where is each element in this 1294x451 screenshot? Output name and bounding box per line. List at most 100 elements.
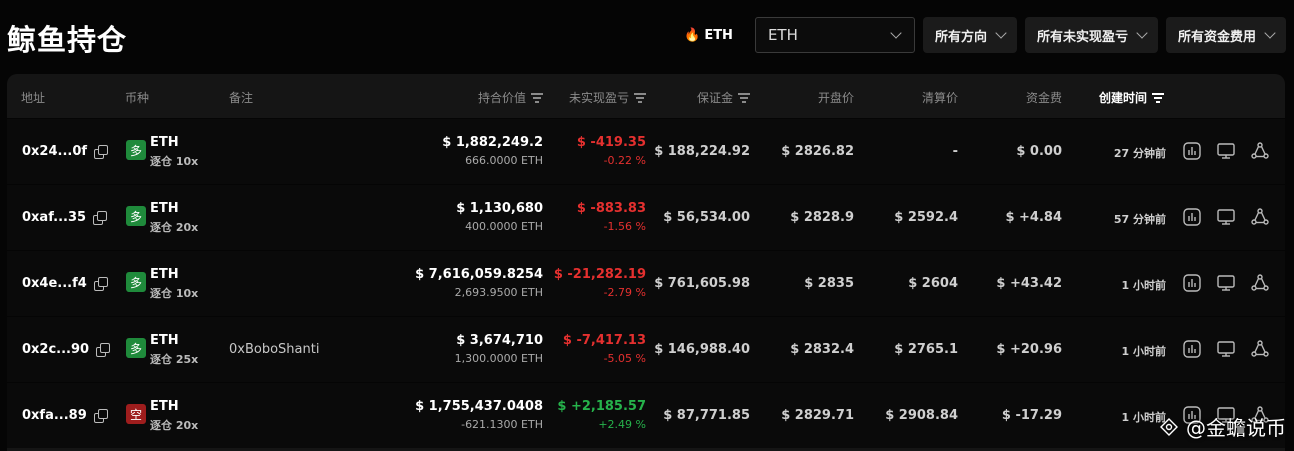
watermark: @金蟾说币: [1158, 412, 1286, 441]
unrealized-pnl: $ -7,417.13: [562, 333, 646, 348]
address-cell[interactable]: 0x4e...f4: [22, 276, 108, 291]
sort-icon: [1152, 93, 1165, 103]
margin-value: $ 56,534.00: [663, 210, 750, 225]
address-cell[interactable]: 0xaf...35: [22, 210, 108, 225]
header-time[interactable]: 创建时间: [1099, 89, 1165, 106]
created-time: 57 分钟前: [1113, 213, 1166, 226]
table-row[interactable]: 0x4e...f4 多 ETH 逐仓 10x $ 7,616,059.8254 …: [7, 250, 1285, 316]
position-value: $ 3,674,710: [456, 333, 543, 348]
margin-value: $ 761,605.98: [654, 276, 750, 291]
monitor-icon[interactable]: [1215, 140, 1237, 162]
margin-mode: 逐仓 10x: [150, 155, 199, 168]
coin-select[interactable]: ETH: [754, 17, 915, 53]
unrealized-pnl-pct: +2.49 %: [598, 418, 646, 431]
share-icon[interactable]: [1249, 272, 1271, 294]
positions-table: 地址 币种 备注 持合价值 未实现盈亏 保证金 开盘价 清算价 资金费 创建时间…: [7, 74, 1285, 451]
unrealized-pnl-pct: -2.79 %: [603, 286, 646, 299]
header-address: 地址: [21, 91, 46, 105]
copy-icon[interactable]: [96, 343, 111, 357]
address-text: 0xfa...89: [22, 408, 87, 423]
note-text: 0xBoboShanti: [229, 342, 320, 357]
stats-icon[interactable]: [1181, 272, 1203, 294]
row-actions: [1181, 338, 1271, 360]
stats-icon[interactable]: [1181, 338, 1203, 360]
coin-select-value: ETH: [767, 26, 798, 44]
position-value: $ 1,882,249.2: [442, 135, 543, 150]
header-pnl[interactable]: 未实现盈亏: [569, 89, 646, 106]
created-time: 27 分钟前: [1113, 147, 1166, 160]
side-badge: 多: [126, 338, 146, 358]
filter-bar: 🔥 ETH ETH 所有方向 所有未实现盈亏 所有资金费用: [684, 17, 1286, 53]
monitor-icon[interactable]: [1215, 206, 1237, 228]
row-actions: [1181, 140, 1271, 162]
table-header: 地址 币种 备注 持合价值 未实现盈亏 保证金 开盘价 清算价 资金费 创建时间: [7, 74, 1285, 118]
table-row[interactable]: 0x24...0f 多 ETH 逐仓 10x $ 1,882,249.2 666…: [7, 118, 1285, 184]
unrealized-pnl-pct: -0.22 %: [603, 154, 646, 167]
share-icon[interactable]: [1249, 338, 1271, 360]
stats-icon[interactable]: [1181, 140, 1203, 162]
monitor-icon[interactable]: [1215, 338, 1237, 360]
address-cell[interactable]: 0x24...0f: [22, 144, 109, 159]
pnl-dropdown[interactable]: 所有未实现盈亏: [1024, 17, 1158, 53]
margin-mode: 逐仓 20x: [150, 221, 199, 234]
stats-icon[interactable]: [1181, 206, 1203, 228]
position-value: $ 7,616,059.8254: [415, 267, 543, 282]
coin-name: ETH: [150, 135, 179, 150]
unrealized-pnl: $ -419.35: [576, 135, 646, 150]
funding-fee: $ +4.84: [1005, 210, 1062, 225]
header-value[interactable]: 持合价值: [478, 89, 543, 106]
side-badge: 多: [126, 272, 146, 292]
address-text: 0x24...0f: [22, 144, 88, 159]
funding-dropdown[interactable]: 所有资金费用: [1165, 17, 1286, 53]
copy-icon[interactable]: [93, 409, 108, 423]
position-qty: 400.0000 ETH: [465, 220, 543, 233]
copy-icon[interactable]: [93, 211, 108, 225]
unrealized-pnl: $ +2,185.57: [557, 399, 646, 414]
margin-mode: 逐仓 25x: [150, 353, 199, 366]
position-qty: -621.1300 ETH: [461, 418, 543, 431]
header-liq: 清算价: [921, 91, 958, 105]
margin-value: $ 87,771.85: [663, 408, 750, 423]
hot-coin-label: ETH: [704, 27, 733, 43]
coin-name: ETH: [150, 267, 179, 282]
table-row[interactable]: 0xaf...35 多 ETH 逐仓 20x $ 1,130,680 400.0…: [7, 184, 1285, 250]
coin-name: ETH: [150, 399, 179, 414]
table-row[interactable]: 0x2c...90 多 ETH 逐仓 25x 0xBoboShanti $ 3,…: [7, 316, 1285, 382]
row-actions: [1181, 272, 1271, 294]
page-title: 鲸鱼持仓: [7, 23, 128, 57]
coin-name: ETH: [150, 201, 179, 216]
open-price: $ 2835: [804, 276, 854, 291]
copy-icon[interactable]: [93, 277, 108, 291]
chevron-down-icon: [995, 27, 1007, 39]
watermark-text: @金蟾说币: [1186, 416, 1286, 440]
copy-icon[interactable]: [94, 145, 109, 159]
open-price: $ 2828.9: [790, 210, 854, 225]
unrealized-pnl: $ -883.83: [576, 201, 646, 216]
margin-mode: 逐仓 20x: [150, 419, 199, 432]
created-time: 1 小时前: [1121, 279, 1166, 292]
funding-fee: $ -17.29: [1001, 408, 1062, 423]
address-text: 0x4e...f4: [22, 276, 87, 291]
monitor-icon[interactable]: [1215, 272, 1237, 294]
unrealized-pnl-pct: -1.56 %: [603, 220, 646, 233]
direction-dropdown-label: 所有方向: [934, 29, 987, 45]
hot-coin-tag[interactable]: 🔥 ETH: [684, 28, 733, 43]
direction-dropdown[interactable]: 所有方向: [922, 17, 1017, 53]
margin-value: $ 146,988.40: [654, 342, 750, 357]
address-cell[interactable]: 0x2c...90: [22, 342, 111, 357]
share-icon[interactable]: [1249, 140, 1271, 162]
table-row[interactable]: 0xfa...89 空 ETH 逐仓 20x $ 1,755,437.0408 …: [7, 382, 1285, 448]
open-price: $ 2826.82: [781, 144, 854, 159]
address-cell[interactable]: 0xfa...89: [22, 408, 108, 423]
liquidation-price: -: [952, 144, 958, 159]
header-coin: 币种: [125, 91, 150, 105]
share-icon[interactable]: [1249, 206, 1271, 228]
weibo-logo-icon: [1160, 417, 1178, 436]
chevron-down-icon: [1264, 27, 1276, 39]
address-text: 0x2c...90: [22, 342, 90, 357]
header-margin[interactable]: 保证金: [697, 89, 750, 106]
position-qty: 2,693.9500 ETH: [454, 286, 543, 299]
funding-fee: $ +43.42: [996, 276, 1062, 291]
side-badge: 多: [126, 140, 146, 160]
header-note: 备注: [229, 91, 254, 105]
